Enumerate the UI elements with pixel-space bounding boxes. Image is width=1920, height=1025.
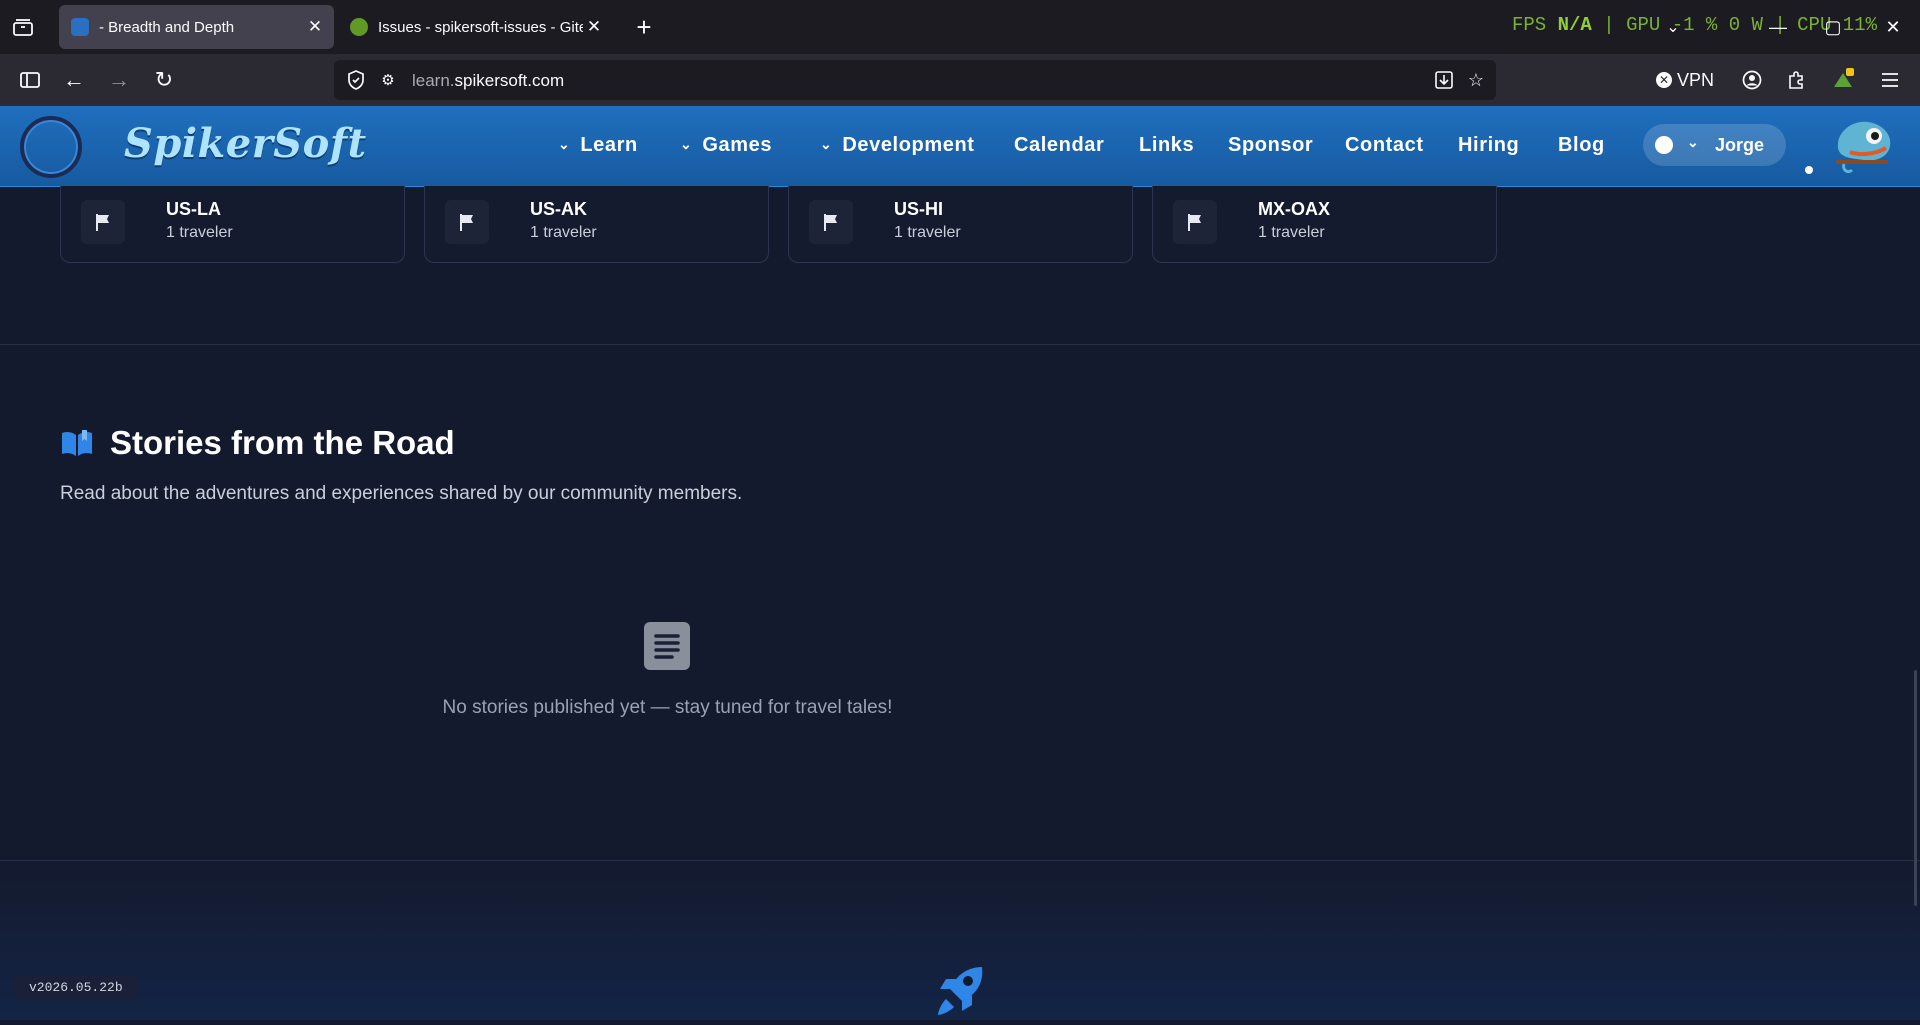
menu-hamburger-icon[interactable] [1876,66,1904,94]
extensions-puzzle-icon[interactable] [1782,66,1810,94]
nav-hiring[interactable]: Hiring [1458,134,1519,157]
flag-icon [81,200,125,244]
chevron-down-icon: ⌄ [820,136,833,152]
tab-breadth-and-depth[interactable]: - Breadth and Depth ✕ [59,5,334,49]
tab-overview-icon[interactable] [10,14,36,40]
close-tab-icon[interactable]: ✕ [304,17,326,37]
minimize-window-icon[interactable]: — [1765,14,1791,40]
nav-sponsor[interactable]: Sponsor [1228,134,1313,157]
online-status-dot [1805,166,1813,174]
reload-icon[interactable]: ↻ [150,66,178,94]
forward-arrow-icon[interactable]: → [105,66,133,94]
flag-icon [445,200,489,244]
tracking-protection-shield-icon[interactable] [344,68,368,92]
tab-title: - Breadth and Depth [99,18,235,36]
traveler-count: 1 traveler [530,224,597,241]
gitea-favicon-icon [350,18,368,36]
nav-games[interactable]: ⌄ Games [680,134,772,157]
fps-label: FPS [1512,14,1547,36]
location-code: MX-OAX [1258,199,1330,219]
section-title: Stories from the Road [110,424,455,461]
empty-state-message: No stories published yet — stay tuned fo… [442,697,893,718]
location-code: US-HI [894,199,943,219]
nav-contact[interactable]: Contact [1345,134,1424,157]
chevron-down-icon: ⌄ [558,136,571,152]
chevron-down-icon: ⌄ [680,136,693,152]
new-tab-icon[interactable]: + [630,12,658,42]
traveler-count: 1 traveler [894,224,961,241]
flag-icon [1173,200,1217,244]
location-code: US-AK [530,199,587,219]
user-circle-icon [1655,136,1673,154]
close-window-icon[interactable]: ✕ [1880,14,1906,40]
nav-development-label: Development [842,134,975,156]
bookmark-star-icon[interactable]: ☆ [1464,68,1488,92]
nav-links[interactable]: Links [1139,134,1194,157]
nav-learn[interactable]: ⌄ Learn [558,134,638,157]
vpn-label: VPN [1677,69,1715,90]
user-menu-button[interactable]: ⌄ Jorge [1643,124,1786,166]
site-logo[interactable]: SpikerSoft [124,120,367,167]
section-subtitle: Read about the adventures and experience… [60,483,743,504]
back-arrow-icon[interactable]: ← [60,66,88,94]
location-card[interactable]: MX-OAX 1 traveler [1152,186,1497,263]
traveler-count: 1 traveler [1258,224,1325,241]
url-subdomain: learn. [412,71,455,90]
download-page-icon[interactable] [1432,68,1456,92]
fps-value: N/A [1557,14,1592,36]
gpu-power: 0 W [1728,14,1763,36]
site-permissions-icon[interactable]: ⚙ [376,68,400,92]
close-tab-icon[interactable]: ✕ [583,17,605,37]
extension-alert-icon[interactable] [1828,64,1858,94]
nav-games-label: Games [702,134,773,156]
sidebar-toggle-icon[interactable] [16,66,44,94]
section-divider [0,344,1920,345]
location-card[interactable]: US-HI 1 traveler [788,186,1133,263]
browser-navigation-bar: ← → ↻ ⚙ learn.spikersoft.com ☆ ✕ VPN [0,54,1920,106]
url-domain: spikersoft.com [454,71,565,90]
chevron-down-icon: ⌄ [1687,134,1699,150]
nav-development[interactable]: ⌄ Development [820,134,975,157]
user-name: Jorge [1715,135,1765,155]
tab-title: Issues - spikersoft-issues - Gitea [378,18,583,36]
spikersoft-favicon-icon [71,18,89,36]
version-badge: v2026.05.22b [14,975,138,1000]
location-card[interactable]: US-AK 1 traveler [424,186,769,263]
address-bar[interactable]: ⚙ learn.spikersoft.com ☆ [334,60,1496,100]
chameleon-mascot-avatar[interactable] [1830,114,1898,176]
vpn-button[interactable]: ✕ VPN [1656,68,1714,92]
logo-ring-icon[interactable] [20,116,82,178]
document-lines-icon [644,622,690,670]
rocket-icon [934,965,986,1025]
nav-blog[interactable]: Blog [1558,134,1605,157]
location-card[interactable]: US-LA 1 traveler [60,186,405,263]
flag-icon [809,200,853,244]
nav-learn-label: Learn [580,134,638,156]
tab-gitea-issues[interactable]: Issues - spikersoft-issues - Gitea ✕ [338,5,613,49]
site-header: SpikerSoft ⌄ Learn ⌄ Games ⌄ Development Ca… [0,106,1920,187]
page-scrollbar[interactable] [1914,670,1917,906]
traveler-count: 1 traveler [166,224,233,241]
list-tabs-icon[interactable]: ⌄ [1660,14,1686,40]
open-book-icon [60,429,94,464]
location-code: US-LA [166,199,221,219]
browser-tab-bar: - Breadth and Depth ✕ Issues - spikersof… [0,0,1920,54]
gpu-label: GPU [1626,14,1661,36]
nav-calendar[interactable]: Calendar [1014,134,1104,157]
cpu-value: 11% [1842,14,1877,36]
account-icon[interactable] [1738,66,1766,94]
url-text: learn.spikersoft.com [412,71,564,91]
maximize-window-icon[interactable]: ▢ [1820,14,1846,40]
vpn-off-icon: ✕ [1656,72,1672,88]
